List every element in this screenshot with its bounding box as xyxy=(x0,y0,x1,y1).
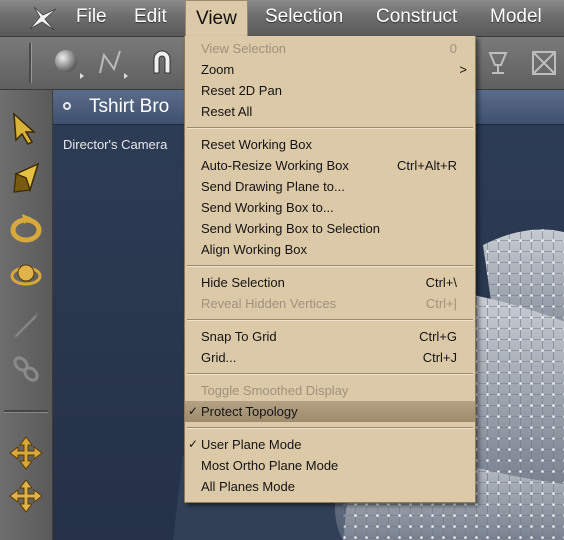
menu-item-all-planes-mode[interactable]: All Planes Mode xyxy=(185,476,475,497)
menu-item-reveal-hidden-vertices[interactable]: Reveal Hidden Vertices Ctrl+| xyxy=(185,293,475,314)
menu-item-zoom[interactable]: Zoom > xyxy=(185,59,475,80)
menu-item-view-selection[interactable]: View Selection 0 xyxy=(185,38,475,59)
frame-cross-icon[interactable] xyxy=(526,45,562,81)
menubar: File Edit View Selection Construct Model xyxy=(0,0,564,37)
toolbar-separator xyxy=(29,43,32,83)
menu-construct[interactable]: Construct xyxy=(376,6,457,28)
knife-tool-icon[interactable] xyxy=(8,306,44,342)
menu-item-hide-selection[interactable]: Hide Selection Ctrl+\ xyxy=(185,272,475,293)
menu-separator xyxy=(187,127,473,129)
document-title: Tshirt Bro xyxy=(89,96,170,117)
menu-selection[interactable]: Selection xyxy=(265,6,343,28)
menu-item-grid[interactable]: Grid... Ctrl+J xyxy=(185,347,475,368)
menu-item-reset-2d-pan[interactable]: Reset 2D Pan xyxy=(185,80,475,101)
menu-item-user-plane-mode[interactable]: ✓ User Plane Mode xyxy=(185,434,475,455)
menu-view[interactable]: View xyxy=(185,0,248,36)
palette-separator xyxy=(4,410,48,413)
menu-item-align-working-box[interactable]: Align Working Box xyxy=(185,239,475,260)
app-logo-icon[interactable] xyxy=(26,3,60,33)
polyline-tool-icon[interactable] xyxy=(94,45,130,81)
menu-model[interactable]: Model xyxy=(490,6,542,28)
direct-select-icon[interactable] xyxy=(8,160,44,196)
submenu-arrow-icon: > xyxy=(459,62,467,77)
menu-separator xyxy=(187,265,473,267)
menu-item-send-drawing-plane[interactable]: Send Drawing Plane to... xyxy=(185,176,475,197)
sphere-primitive-icon[interactable] xyxy=(50,45,86,81)
scale-tool-icon[interactable] xyxy=(8,478,44,514)
view-menu-dropdown: View Selection 0 Zoom > Reset 2D Pan Res… xyxy=(184,36,476,503)
tool-palette xyxy=(0,90,53,540)
menu-item-reset-all[interactable]: Reset All xyxy=(185,101,475,122)
menu-separator xyxy=(187,427,473,429)
chain-link-icon[interactable] xyxy=(8,350,44,386)
menu-item-send-box-to-selection[interactable]: Send Working Box to Selection xyxy=(185,218,475,239)
menu-item-most-ortho-plane-mode[interactable]: Most Ortho Plane Mode xyxy=(185,455,475,476)
menu-separator xyxy=(187,319,473,321)
orbit-tool-icon[interactable] xyxy=(8,258,44,294)
checkmark-icon: ✓ xyxy=(188,437,199,451)
menu-item-toggle-smoothed-display[interactable]: Toggle Smoothed Display xyxy=(185,380,475,401)
menu-separator xyxy=(187,373,473,375)
menu-item-reset-working-box[interactable]: Reset Working Box xyxy=(185,134,475,155)
menu-item-send-working-box[interactable]: Send Working Box to... xyxy=(185,197,475,218)
goblet-icon[interactable] xyxy=(480,45,516,81)
rotate-tool-icon[interactable] xyxy=(8,210,44,246)
menu-edit[interactable]: Edit xyxy=(134,6,167,28)
menu-item-auto-resize-working-box[interactable]: Auto-Resize Working Box Ctrl+Alt+R xyxy=(185,155,475,176)
menu-file[interactable]: File xyxy=(76,6,107,28)
select-arrow-icon[interactable] xyxy=(8,110,44,146)
window-dot-icon[interactable] xyxy=(63,102,71,110)
magnet-icon[interactable] xyxy=(144,45,180,81)
move-tool-icon[interactable] xyxy=(8,435,44,471)
menu-item-snap-to-grid[interactable]: Snap To Grid Ctrl+G xyxy=(185,326,475,347)
checkmark-icon: ✓ xyxy=(188,404,199,418)
menu-item-protect-topology[interactable]: ✓ Protect Topology xyxy=(185,401,475,422)
